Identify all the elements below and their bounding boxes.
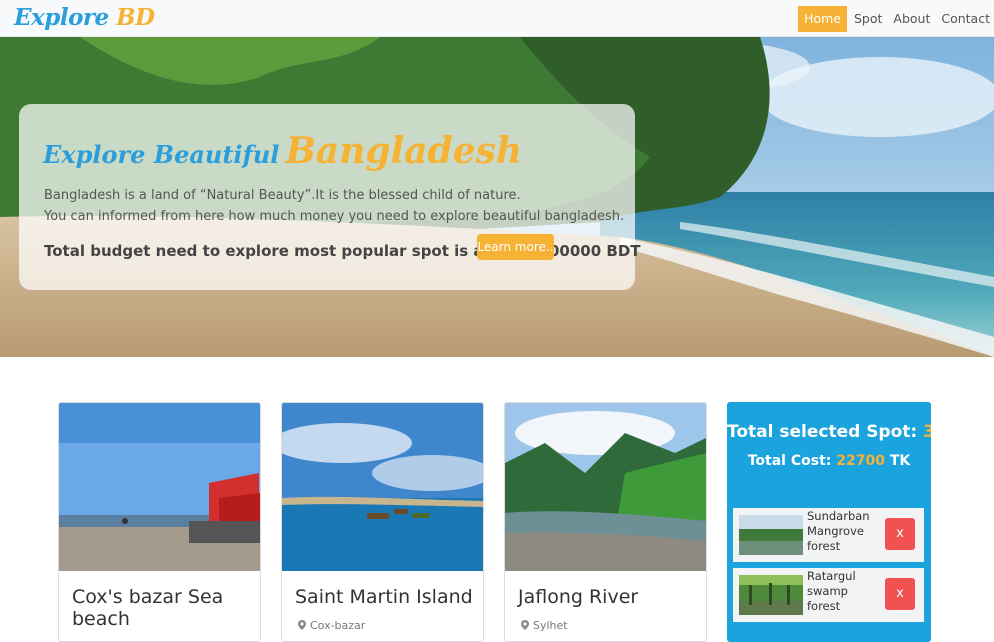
brand-part1: Explore [14, 4, 109, 31]
nav-contact[interactable]: Contact [937, 6, 994, 32]
hero-banner: Explore Beautiful Bangladesh Bangladesh i… [0, 37, 994, 357]
nav-home[interactable]: Home [798, 6, 847, 32]
navbar: Explore BD Home Spot About Contact [0, 0, 994, 37]
hero-title-part1: Explore Beautiful [43, 140, 280, 169]
selected-spot-name: Sundarban Mangrove forest [807, 509, 870, 553]
spot-card: Cox's bazar Sea beach [58, 402, 261, 642]
selected-label: Total selected Spot: [727, 422, 918, 442]
nav-menu: Home Spot About Contact [795, 6, 994, 32]
learn-more-button[interactable]: Learn more.. [477, 234, 554, 260]
brand-part2: BD [116, 4, 155, 31]
brand-logo[interactable]: Explore BD [14, 4, 155, 31]
cost-label: Total Cost: [747, 453, 832, 469]
saint-martin-image [282, 403, 483, 571]
cost-unit: TK [889, 453, 911, 469]
sundarban-thumbnail [739, 515, 803, 555]
selected-spot-item: Sundarban Mangrove forest x [733, 508, 924, 562]
selected-spot-name: Ratargul swamp forest [807, 569, 856, 613]
selected-count: 3 [923, 422, 931, 442]
remove-button[interactable]: x [885, 518, 915, 550]
nav-spot[interactable]: Spot [850, 6, 886, 32]
cost-value: 22700 [836, 453, 885, 469]
spot-title: Saint Martin Island [295, 586, 473, 608]
jaflong-image [505, 403, 706, 571]
coxs-bazar-image [59, 403, 260, 571]
remove-button[interactable]: x [885, 578, 915, 610]
hero-line2: You can informed from here how much mone… [44, 209, 625, 224]
spot-title: Cox's bazar Sea beach [72, 586, 224, 630]
spot-card: Jaflong River Sylhet [504, 402, 707, 642]
spot-card: Saint Martin Island Cox-bazar [281, 402, 484, 642]
map-pin-icon [298, 620, 306, 630]
selected-spot-item: Ratargul swamp forest x [733, 568, 924, 622]
total-cost: Total Cost: 22700 TK [727, 453, 931, 469]
hero-line1: Bangladesh is a land of “Natural Beauty”… [44, 188, 521, 203]
selection-summary: Total selected Spot: 3 Total Cost: 22700… [727, 402, 931, 642]
nav-about[interactable]: About [889, 6, 934, 32]
hero-title: Explore Beautiful Bangladesh [43, 130, 522, 172]
selected-spot-count: Total selected Spot: 3 [727, 422, 931, 442]
hero-title-part2: Bangladesh [285, 130, 523, 172]
ratargul-thumbnail [739, 575, 803, 615]
map-pin-icon [521, 620, 529, 630]
hero-card: Explore Beautiful Bangladesh Bangladesh i… [19, 104, 641, 290]
spot-title: Jaflong River [518, 586, 639, 608]
